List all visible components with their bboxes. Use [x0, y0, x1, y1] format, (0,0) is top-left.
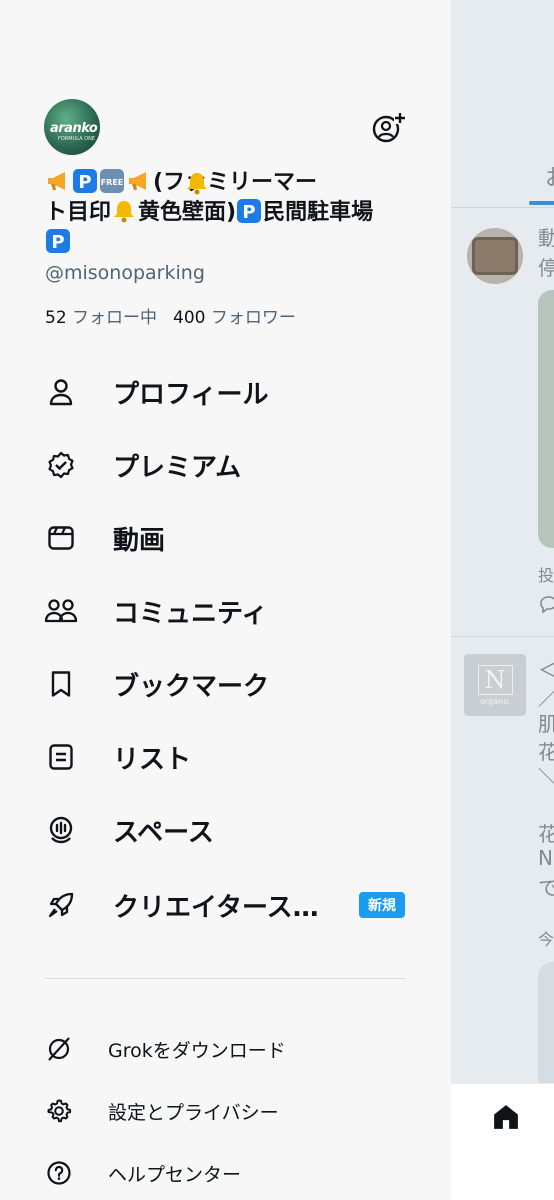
list-icon: [44, 740, 78, 774]
background-post-text: ／: [538, 682, 554, 711]
verified-badge-icon: [44, 448, 78, 482]
background-ad-logo: N organic: [464, 654, 526, 716]
grok-icon: [44, 1034, 74, 1064]
background-tabs-divider: [451, 207, 554, 208]
user-handle: @misonoparking: [45, 262, 205, 284]
menu-item-communities[interactable]: コミュニティ: [44, 583, 424, 639]
bookmark-icon: [44, 667, 78, 701]
free-icon: FREE: [100, 169, 124, 193]
background-post-text: で: [538, 876, 554, 900]
background-post-text: 投: [538, 566, 554, 585]
menu-item-video[interactable]: 動画: [44, 510, 424, 566]
follow-stats: 52 フォロー中 400 フォロワー: [45, 303, 296, 328]
side-drawer: aranko FORMULA ONE P FREE (ファミリーマー ト目印 黄色壁面…: [0, 0, 451, 1200]
background-post-text: 花: [538, 822, 554, 846]
spaces-icon: [44, 813, 78, 847]
following-link[interactable]: 52 フォロー中: [45, 308, 157, 328]
parking-icon: P: [73, 169, 97, 193]
add-account-icon[interactable]: [370, 110, 406, 146]
display-name: P FREE (ファミリーマー ト目印 黄色壁面) P 民間駐車場 P: [45, 169, 374, 253]
background-post-text: 動: [538, 226, 554, 250]
background-post-text: 肌: [538, 712, 554, 736]
background-timeline: お 動 停 投 N organic ＜ ／ 肌 花 ＼ 花 N で 今: [451, 0, 554, 1200]
menu-item-profile[interactable]: プロフィール: [44, 364, 424, 420]
megaphone-icon: [129, 172, 146, 190]
background-post-text: N: [538, 846, 553, 870]
background-post-text: 花: [538, 740, 554, 764]
svg-text:FREE: FREE: [101, 178, 124, 187]
person-icon: [44, 375, 78, 409]
parking-icon: P: [237, 199, 262, 223]
svg-text:P: P: [242, 202, 255, 223]
background-post-text: ＜: [538, 658, 554, 682]
new-badge: 新規: [359, 892, 405, 918]
avatar[interactable]: aranko FORMULA ONE: [44, 99, 100, 155]
rocket-icon: [44, 888, 78, 922]
background-card: [538, 962, 554, 1092]
menu-item-settings[interactable]: 設定とプライバシー: [44, 1091, 424, 1131]
svg-text:P: P: [51, 232, 64, 253]
help-icon: [44, 1158, 74, 1188]
background-post-text: 今: [538, 930, 554, 949]
menu-item-spaces[interactable]: スペース: [44, 802, 424, 858]
home-icon[interactable]: [491, 1102, 521, 1132]
background-post-avatar: [467, 228, 523, 284]
background-tab-indicator: [529, 201, 554, 205]
background-tab-label: お: [545, 160, 554, 192]
background-post-text: ＼: [538, 762, 554, 791]
menu-item-bookmarks[interactable]: ブックマーク: [44, 656, 424, 712]
followers-link[interactable]: 400 フォロワー: [173, 308, 296, 328]
communities-icon: [44, 594, 78, 628]
menu-item-lists[interactable]: リスト: [44, 729, 424, 785]
background-post-text: 停: [538, 256, 554, 280]
bell-icon: [114, 201, 135, 223]
menu-divider: [45, 978, 406, 979]
video-icon: [44, 521, 78, 555]
svg-text:P: P: [78, 172, 91, 193]
menu-item-download-grok[interactable]: Grokをダウンロード: [44, 1029, 424, 1069]
parking-icon: P: [46, 229, 70, 253]
menu-item-premium[interactable]: プレミアム: [44, 437, 424, 493]
menu-item-help-center[interactable]: ヘルプセンター: [44, 1153, 424, 1193]
gear-icon: [44, 1096, 74, 1126]
background-post-image: [538, 290, 554, 548]
bell-icon: [187, 173, 207, 195]
megaphone-icon: [48, 172, 65, 190]
bottom-nav: [451, 1083, 554, 1200]
reply-icon: [540, 596, 554, 614]
background-divider: [451, 636, 554, 637]
